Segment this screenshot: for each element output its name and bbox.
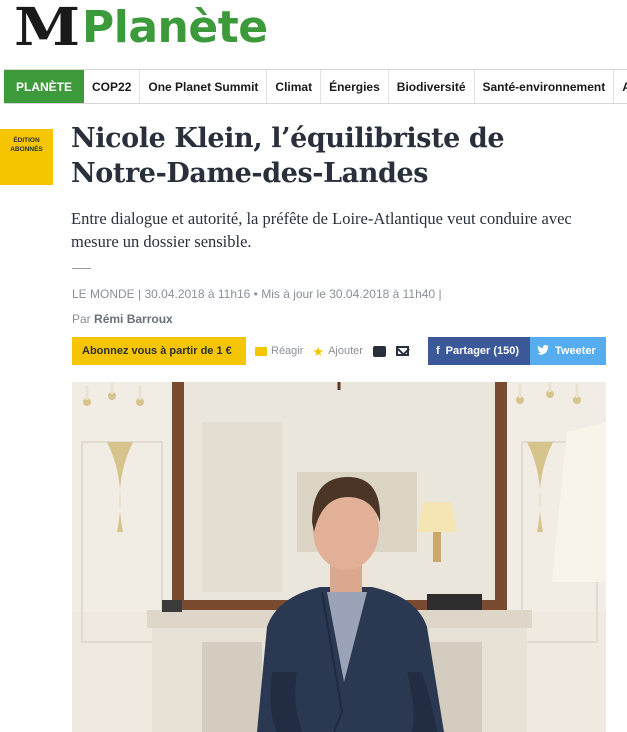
masthead: M Planète	[0, 0, 627, 68]
byline-prefix: Par	[72, 312, 91, 326]
nav-item-energies[interactable]: Énergies	[321, 70, 389, 103]
react-label: Réagir	[271, 345, 304, 357]
add-label: Ajouter	[328, 345, 363, 357]
twitter-icon	[537, 344, 549, 358]
twitter-label: Tweeter	[555, 345, 596, 357]
add-favorite-button[interactable]: ★ Ajouter	[312, 345, 363, 358]
star-icon: ★	[312, 343, 325, 359]
section-nav: PLANÈTE COP22 One Planet Summit Climat É…	[4, 69, 627, 104]
author-link[interactable]: Rémi Barroux	[94, 312, 173, 326]
nav-item-one-planet-summit[interactable]: One Planet Summit	[140, 70, 268, 103]
nav-item-climat[interactable]: Climat	[267, 70, 322, 103]
section-title[interactable]: Planète	[82, 2, 268, 54]
nav-item-cop22[interactable]: COP22	[84, 70, 141, 103]
email-icon[interactable]	[395, 346, 409, 356]
facebook-label: Partager (150)	[445, 345, 520, 357]
article-photo	[72, 382, 606, 732]
article-deck: Entre dialogue et autorité, la préfête d…	[71, 209, 572, 251]
facebook-share-button[interactable]: f Partager (150)	[428, 337, 530, 365]
nav-item-sante-environnement[interactable]: Santé-environnement	[475, 70, 615, 103]
react-button[interactable]: Réagir	[255, 345, 303, 357]
subscribe-button[interactable]: Abonnez vous à partir de 1 €	[72, 337, 246, 365]
twitter-share-button[interactable]: Tweeter	[530, 337, 606, 365]
share-toolbar: Abonnez vous à partir de 1 € Réagir ★ Aj…	[72, 337, 606, 365]
badge-line-1: ÉDITION	[13, 137, 40, 144]
badge-line-2: ABONNÉS	[10, 146, 43, 153]
nav-item-biodiversite[interactable]: Biodiversité	[389, 70, 475, 103]
byline: Par Rémi Barroux	[72, 312, 173, 326]
nav-home[interactable]: PLANÈTE	[4, 70, 85, 103]
divider	[72, 268, 91, 269]
print-icon[interactable]	[372, 345, 386, 357]
le-monde-logo[interactable]: M	[14, 2, 80, 54]
subscriber-edition-badge: ÉDITION ABONNÉS	[0, 129, 53, 185]
facebook-icon: f	[436, 345, 440, 357]
comment-icon	[255, 346, 267, 356]
article-meta: LE MONDE | 30.04.2018 à 11h16 • Mis à jo…	[72, 287, 442, 301]
nav-item-agriculture[interactable]: Ag	[614, 70, 627, 103]
article-title: Nicole Klein, l’équilibriste de Notre-Da…	[71, 123, 505, 189]
